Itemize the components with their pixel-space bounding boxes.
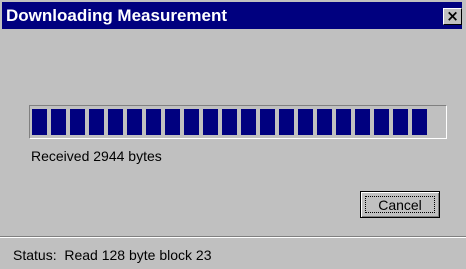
- cancel-button-label: Cancel: [365, 196, 435, 213]
- cancel-button[interactable]: Cancel: [360, 191, 440, 218]
- progress-block: [70, 109, 85, 135]
- progress-block: [51, 109, 66, 135]
- window-title: Downloading Measurement: [6, 6, 228, 25]
- progress-block: [393, 109, 408, 135]
- progress-block: [165, 109, 180, 135]
- download-dialog: Downloading Measurement × Received 2944 …: [0, 0, 466, 268]
- received-bytes-text: Received 2944 bytes: [31, 148, 162, 164]
- close-button[interactable]: ×: [443, 8, 462, 25]
- progress-block: [336, 109, 351, 135]
- progress-block: [127, 109, 142, 135]
- progress-block: [184, 109, 199, 135]
- progress-block: [222, 109, 237, 135]
- title-bar[interactable]: Downloading Measurement ×: [2, 2, 462, 29]
- progress-bar: [29, 105, 447, 139]
- progress-block: [146, 109, 161, 135]
- progress-fill-area: [32, 109, 444, 135]
- progress-block: [32, 109, 47, 135]
- progress-block: [355, 109, 370, 135]
- progress-block: [412, 109, 427, 135]
- status-message: Read 128 byte block 23: [64, 247, 212, 263]
- status-text: Status: Read 128 byte block 23: [13, 247, 211, 263]
- progress-block: [374, 109, 389, 135]
- progress-block: [298, 109, 313, 135]
- status-bar: Status: Read 128 byte block 23: [0, 236, 466, 269]
- progress-block: [279, 109, 294, 135]
- progress-block: [317, 109, 332, 135]
- progress-block: [89, 109, 104, 135]
- status-label: Status:: [13, 247, 57, 263]
- close-icon: ×: [446, 7, 459, 25]
- progress-block: [260, 109, 275, 135]
- progress-block: [108, 109, 123, 135]
- progress-block: [203, 109, 218, 135]
- progress-block: [241, 109, 256, 135]
